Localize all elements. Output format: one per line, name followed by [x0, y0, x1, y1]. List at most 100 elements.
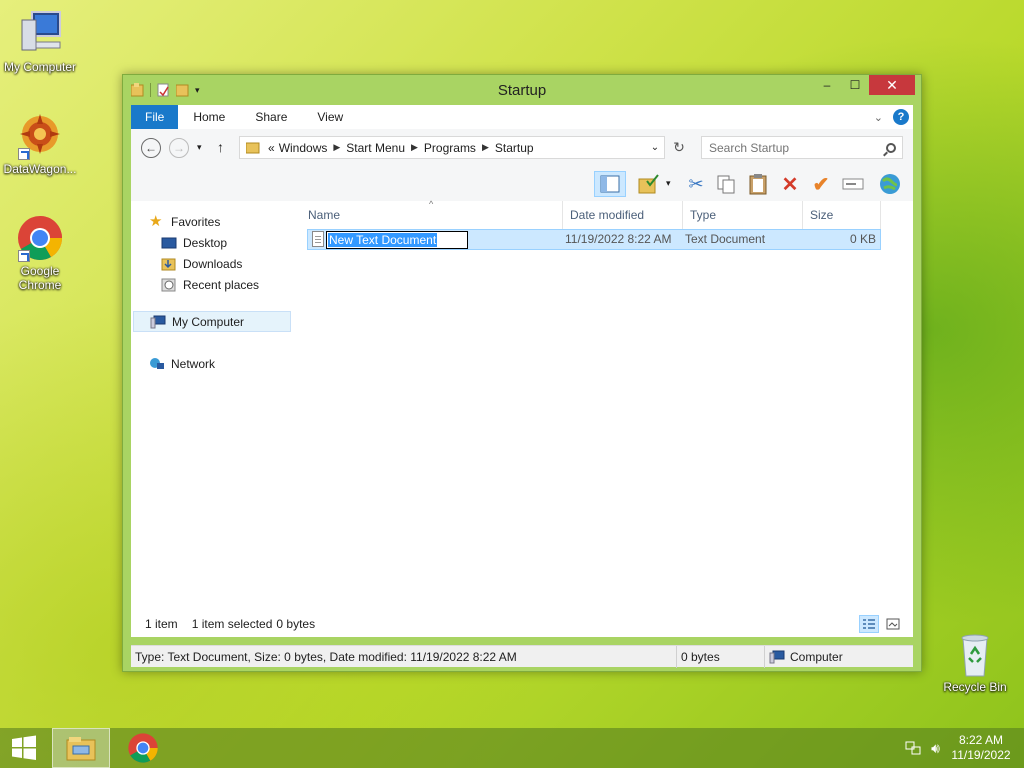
large-icons-view-button[interactable]	[883, 615, 903, 633]
up-button[interactable]: ↑	[217, 139, 224, 155]
maximize-button[interactable]: ☐	[841, 75, 869, 95]
nav-item-recent-places[interactable]: Recent places	[161, 274, 319, 295]
copy-button[interactable]	[713, 171, 739, 197]
preview-pane-button[interactable]	[594, 171, 626, 197]
network-globe-button[interactable]	[877, 171, 903, 197]
minimize-button[interactable]: –	[813, 75, 841, 95]
column-header-size[interactable]: Size	[803, 201, 881, 229]
scissors-icon: ✂	[688, 173, 704, 194]
taskbar-google-chrome[interactable]	[114, 728, 172, 768]
tab-file[interactable]: File	[131, 105, 179, 129]
nav-item-my-computer[interactable]: My Computer	[133, 311, 291, 332]
item-count: 1 item	[145, 617, 178, 631]
network-icon	[150, 357, 164, 369]
file-explorer-icon	[66, 737, 96, 761]
details-view-button[interactable]	[859, 615, 879, 633]
nav-item-favorites[interactable]: ★ Favorites	[149, 211, 307, 232]
network-tray-icon[interactable]	[905, 741, 921, 755]
breadcrumb-programs[interactable]: Programs	[422, 141, 478, 155]
expand-ribbon-icon[interactable]: ⌄	[874, 111, 883, 124]
desktop-icon-google-chrome[interactable]: Google Chrome	[0, 214, 80, 292]
cut-button[interactable]: ✂	[683, 171, 709, 197]
search-icon[interactable]	[886, 142, 896, 153]
nav-item-label: Favorites	[171, 214, 221, 229]
ribbon-tabs: File Home Share View ⌄ ?	[131, 105, 913, 129]
search-box[interactable]	[701, 136, 903, 159]
column-header-date-modified[interactable]: Date modified	[563, 201, 683, 229]
folder-options-dropdown-icon[interactable]: ▾	[666, 178, 671, 189]
breadcrumb-startup[interactable]: Startup	[493, 141, 536, 155]
help-icon[interactable]: ?	[893, 109, 909, 125]
recent-places-icon	[161, 278, 176, 291]
desktop-icon	[161, 237, 177, 248]
nav-item-label: Recent places	[183, 277, 260, 292]
volume-icon[interactable]: 🔊︎	[931, 740, 940, 757]
file-row[interactable]: New Text Document 11/19/2022 8:22 AM Tex…	[307, 229, 881, 250]
nav-item-desktop[interactable]: Desktop	[161, 232, 319, 253]
selected-bytes: 0 bytes	[276, 617, 316, 631]
address-dropdown-icon[interactable]: ⌄	[646, 137, 664, 158]
navigation-bar: ← → ▾ ↑ « Windows ▶ Start Menu ▶ Program…	[131, 129, 913, 167]
nav-item-downloads[interactable]: Downloads	[161, 253, 319, 274]
copy-icon	[717, 175, 735, 194]
nav-item-network[interactable]: Network	[149, 353, 307, 374]
recent-locations-icon[interactable]: ▾	[197, 142, 202, 153]
paste-icon	[749, 174, 767, 195]
desktop-icon-label: DataWagon...	[3, 162, 77, 176]
preview-pane-icon	[600, 175, 620, 193]
explorer-window: ▾ Startup – ☐ ✕ File Home Share View ⌄ ?…	[122, 74, 922, 672]
breadcrumb-windows[interactable]: Windows	[277, 141, 330, 155]
refresh-button[interactable]: ↻	[667, 136, 691, 159]
tab-home[interactable]: Home	[178, 105, 240, 129]
folder-options-button[interactable]	[636, 171, 662, 197]
clock-date: 11/19/2022	[951, 748, 1011, 762]
nav-item-label: Downloads	[183, 256, 243, 271]
checkmark-icon: ✔	[812, 173, 830, 196]
star-icon: ★	[149, 212, 163, 230]
breadcrumb-overflow[interactable]: «	[266, 141, 277, 155]
desktop-icon-my-computer[interactable]: My Computer	[0, 10, 80, 74]
rename-button[interactable]: ✔	[808, 171, 834, 197]
column-header-name[interactable]: Name	[301, 201, 563, 229]
forward-button[interactable]: →	[169, 138, 189, 158]
chrome-icon	[128, 733, 158, 763]
large-icons-view-icon	[886, 618, 900, 630]
desktop-icon-recycle-bin[interactable]: Recycle Bin	[935, 630, 1015, 694]
folder-check-icon	[638, 174, 659, 194]
back-button[interactable]: ←	[141, 138, 161, 158]
window-title: Startup	[497, 82, 547, 99]
shortcut-arrow-icon	[18, 148, 30, 160]
breadcrumb-separator-icon[interactable]: ▶	[407, 142, 422, 153]
taskbar-file-explorer[interactable]	[52, 728, 110, 768]
taskbar: 🔊︎ 8:22 AM 11/19/2022	[0, 728, 1024, 768]
delete-button[interactable]: ✕	[777, 171, 803, 197]
navigation-pane: ★ Favorites Desktop Downloads Recent pla…	[131, 201, 291, 637]
title-bar[interactable]: ▾ Startup – ☐ ✕	[123, 75, 921, 105]
computer-icon	[150, 315, 166, 328]
breadcrumb-separator-icon[interactable]: ▶	[329, 142, 344, 153]
file-size: 0 KB	[849, 232, 876, 246]
search-input[interactable]	[709, 140, 877, 155]
column-header-type[interactable]: Type	[683, 201, 803, 229]
globe-icon	[880, 174, 900, 194]
folder-icon	[246, 142, 260, 153]
file-date-modified: 11/19/2022 8:22 AM	[565, 232, 672, 246]
breadcrumb-separator-icon[interactable]: ▶	[478, 142, 493, 153]
paste-button[interactable]	[745, 171, 771, 197]
nav-item-label: Network	[171, 356, 216, 371]
content-area: ★ Favorites Desktop Downloads Recent pla…	[131, 199, 913, 637]
tab-share[interactable]: Share	[240, 105, 302, 129]
select-button[interactable]	[840, 171, 866, 197]
status-location: Computer	[765, 646, 913, 668]
close-button[interactable]: ✕	[869, 75, 915, 95]
downloads-icon	[161, 258, 176, 270]
desktop-icon-datawagon[interactable]: DataWagon...	[0, 112, 80, 176]
computer-icon	[16, 10, 64, 58]
status-location-label: Computer	[790, 650, 843, 664]
address-bar[interactable]: « Windows ▶ Start Menu ▶ Programs ▶ Star…	[239, 136, 665, 159]
rename-input[interactable]: New Text Document	[326, 231, 468, 249]
start-button[interactable]	[0, 728, 48, 768]
breadcrumb-start-menu[interactable]: Start Menu	[344, 141, 407, 155]
clock[interactable]: 8:22 AM 11/19/2022	[950, 733, 1012, 763]
tab-view[interactable]: View	[302, 105, 358, 129]
